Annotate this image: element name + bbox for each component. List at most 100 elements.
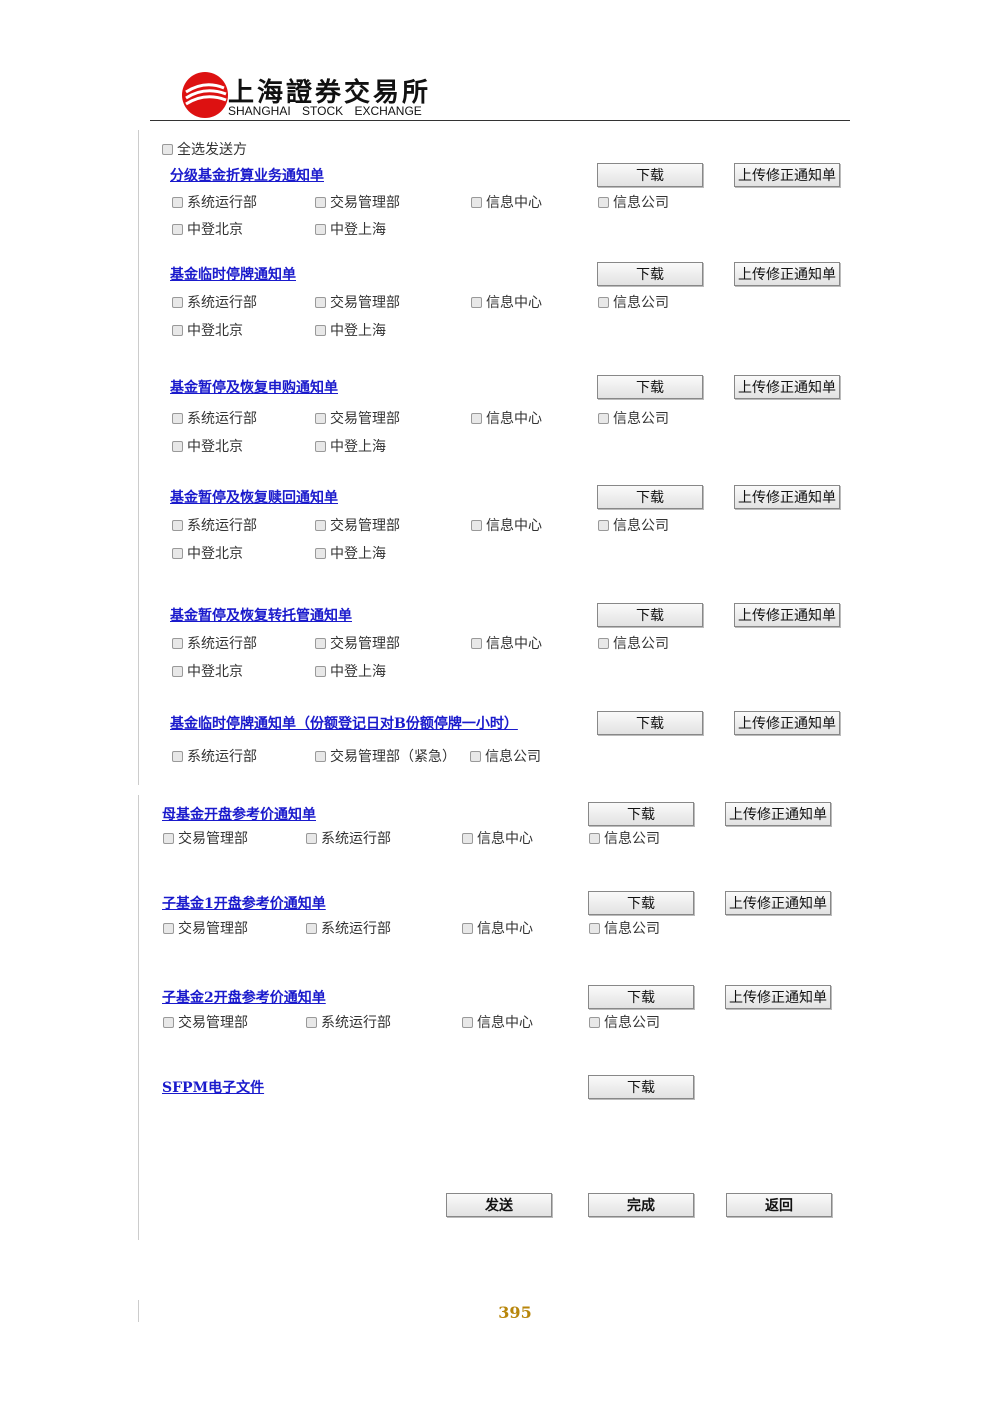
download-button[interactable]: 下载 <box>588 985 694 1009</box>
recipient-checkbox[interactable]: 中登北京 <box>172 661 243 681</box>
recipient-checkbox[interactable]: 系统运行部 <box>172 408 257 428</box>
notice-title-link[interactable]: 母基金开盘参考价通知单 <box>162 804 316 824</box>
recipient-checkbox[interactable]: 中登上海 <box>315 661 386 681</box>
recipient-checkbox[interactable]: 信息公司 <box>589 828 660 848</box>
checkbox-box[interactable] <box>589 922 600 934</box>
upload-correction-button[interactable]: 上传修正通知单 <box>725 802 831 826</box>
checkbox-box[interactable] <box>172 324 183 336</box>
checkbox-box[interactable] <box>172 223 183 235</box>
checkbox-box[interactable] <box>306 922 317 934</box>
recipient-checkbox[interactable]: 交易管理部 <box>315 515 400 535</box>
notice-title-link[interactable]: 基金暂停及恢复转托管通知单 <box>170 605 352 625</box>
checkbox-box[interactable] <box>315 196 326 208</box>
notice-title-link[interactable]: 子基金2开盘参考价通知单 <box>162 987 326 1007</box>
recipient-checkbox[interactable]: 信息公司 <box>470 746 541 766</box>
upload-correction-button[interactable]: 上传修正通知单 <box>725 891 831 915</box>
download-button[interactable]: 下载 <box>588 1075 694 1099</box>
checkbox-box[interactable] <box>172 519 183 531</box>
download-button[interactable]: 下载 <box>597 485 703 509</box>
checkbox-box[interactable] <box>163 832 174 844</box>
checkbox-box[interactable] <box>598 196 609 208</box>
checkbox-box[interactable] <box>471 412 482 424</box>
download-button[interactable]: 下载 <box>597 711 703 735</box>
recipient-checkbox[interactable]: 中登上海 <box>315 543 386 563</box>
recipient-checkbox[interactable]: 信息中心 <box>471 192 542 212</box>
checkbox-box[interactable] <box>172 665 183 677</box>
select-all-checkbox[interactable]: 全选发送方 <box>162 139 247 159</box>
notice-title-link[interactable]: 基金临时停牌通知单（份额登记日对B份额停牌一小时） <box>170 713 518 733</box>
recipient-checkbox[interactable]: 系统运行部 <box>172 292 257 312</box>
checkbox-box[interactable] <box>172 440 183 452</box>
checkbox-box[interactable] <box>172 412 183 424</box>
download-button[interactable]: 下载 <box>588 802 694 826</box>
notice-title-link[interactable]: 基金临时停牌通知单 <box>170 264 296 284</box>
upload-correction-button[interactable]: 上传修正通知单 <box>734 711 840 735</box>
checkbox-box[interactable] <box>470 750 481 762</box>
recipient-checkbox[interactable]: 中登上海 <box>315 219 386 239</box>
checkbox-box[interactable] <box>471 519 482 531</box>
checkbox-box[interactable] <box>471 196 482 208</box>
checkbox-box[interactable] <box>315 296 326 308</box>
checkbox-box[interactable] <box>471 296 482 308</box>
recipient-checkbox[interactable]: 信息公司 <box>598 192 669 212</box>
recipient-checkbox[interactable]: 系统运行部 <box>306 1012 391 1032</box>
download-button[interactable]: 下载 <box>597 375 703 399</box>
notice-title-link[interactable]: 基金暂停及恢复赎回通知单 <box>170 487 338 507</box>
recipient-checkbox[interactable]: 信息中心 <box>471 515 542 535</box>
checkbox-box[interactable] <box>315 324 326 336</box>
checkbox-box[interactable] <box>462 1016 473 1028</box>
checkbox-box[interactable] <box>462 922 473 934</box>
recipient-checkbox[interactable]: 信息中心 <box>462 1012 533 1032</box>
recipient-checkbox[interactable]: 中登北京 <box>172 219 243 239</box>
upload-correction-button[interactable]: 上传修正通知单 <box>734 375 840 399</box>
checkbox-box[interactable] <box>306 832 317 844</box>
download-button[interactable]: 下载 <box>597 262 703 286</box>
recipient-checkbox[interactable]: 信息公司 <box>589 1012 660 1032</box>
checkbox-box[interactable] <box>172 547 183 559</box>
recipient-checkbox[interactable]: 交易管理部 <box>163 828 248 848</box>
recipient-checkbox[interactable]: 交易管理部 <box>163 918 248 938</box>
recipient-checkbox[interactable]: 系统运行部 <box>172 633 257 653</box>
checkbox-box[interactable] <box>315 519 326 531</box>
recipient-checkbox[interactable]: 系统运行部 <box>306 828 391 848</box>
recipient-checkbox[interactable]: 中登北京 <box>172 320 243 340</box>
done-button[interactable]: 完成 <box>588 1193 694 1217</box>
checkbox-box[interactable] <box>315 750 326 762</box>
notice-title-link[interactable]: 基金暂停及恢复申购通知单 <box>170 377 338 397</box>
checkbox-box[interactable] <box>162 143 173 155</box>
checkbox-box[interactable] <box>589 1016 600 1028</box>
recipient-checkbox[interactable]: 中登上海 <box>315 436 386 456</box>
checkbox-box[interactable] <box>315 665 326 677</box>
recipient-checkbox[interactable]: 信息公司 <box>598 408 669 428</box>
checkbox-box[interactable] <box>306 1016 317 1028</box>
recipient-checkbox[interactable]: 交易管理部 <box>163 1012 248 1032</box>
checkbox-box[interactable] <box>315 440 326 452</box>
recipient-checkbox[interactable]: 交易管理部 <box>315 633 400 653</box>
upload-correction-button[interactable]: 上传修正通知单 <box>734 163 840 187</box>
checkbox-box[interactable] <box>163 1016 174 1028</box>
checkbox-box[interactable] <box>315 223 326 235</box>
checkbox-box[interactable] <box>172 637 183 649</box>
recipient-checkbox[interactable]: 信息中心 <box>471 633 542 653</box>
upload-correction-button[interactable]: 上传修正通知单 <box>725 985 831 1009</box>
checkbox-box[interactable] <box>598 637 609 649</box>
checkbox-box[interactable] <box>462 832 473 844</box>
checkbox-box[interactable] <box>172 296 183 308</box>
checkbox-box[interactable] <box>589 832 600 844</box>
checkbox-box[interactable] <box>315 412 326 424</box>
checkbox-box[interactable] <box>172 196 183 208</box>
download-button[interactable]: 下载 <box>597 603 703 627</box>
back-button[interactable]: 返回 <box>726 1193 832 1217</box>
checkbox-box[interactable] <box>315 637 326 649</box>
recipient-checkbox[interactable]: 交易管理部（紧急） <box>315 746 456 766</box>
recipient-checkbox[interactable]: 系统运行部 <box>306 918 391 938</box>
recipient-checkbox[interactable]: 交易管理部 <box>315 192 400 212</box>
checkbox-box[interactable] <box>598 519 609 531</box>
recipient-checkbox[interactable]: 中登北京 <box>172 436 243 456</box>
recipient-checkbox[interactable]: 中登北京 <box>172 543 243 563</box>
checkbox-box[interactable] <box>471 637 482 649</box>
recipient-checkbox[interactable]: 信息中心 <box>471 292 542 312</box>
download-button[interactable]: 下载 <box>588 891 694 915</box>
checkbox-box[interactable] <box>598 412 609 424</box>
recipient-checkbox[interactable]: 系统运行部 <box>172 515 257 535</box>
